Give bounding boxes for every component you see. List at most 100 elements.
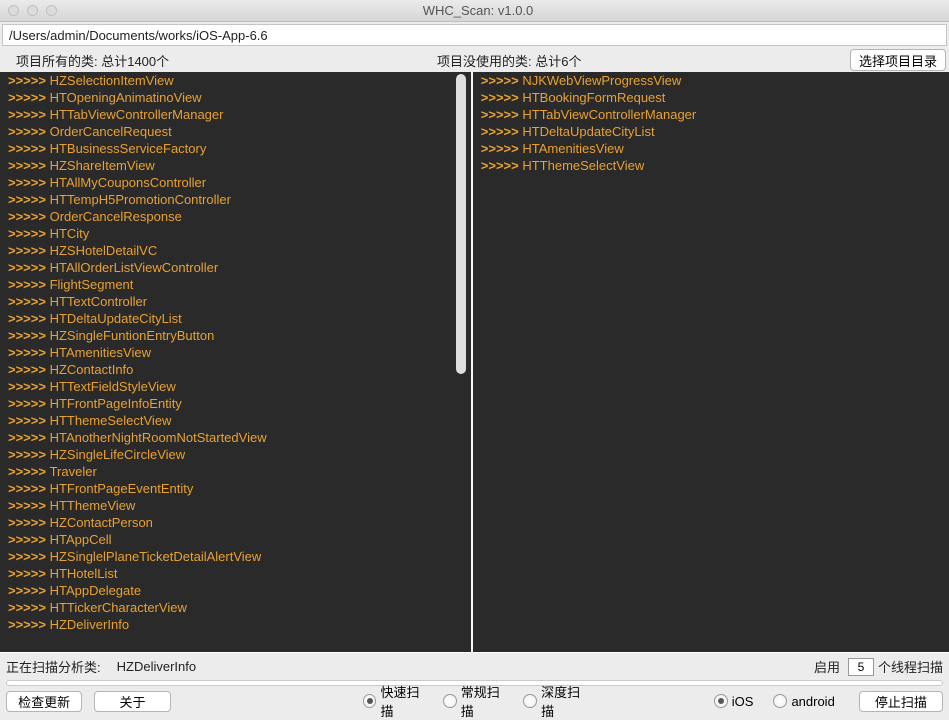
class-name-link[interactable]: HTBookingFormRequest: [522, 90, 665, 105]
about-button[interactable]: 关于: [94, 691, 170, 712]
panes: >>>>> HZSelectionItemView>>>>> HTOpening…: [0, 72, 949, 652]
class-name-link[interactable]: OrderCancelResponse: [50, 209, 182, 224]
ios-radio[interactable]: iOS: [714, 694, 754, 709]
select-dir-button[interactable]: 选择项目目录: [850, 49, 946, 71]
class-name-link[interactable]: HTAllOrderListViewController: [50, 260, 219, 275]
window-title: WHC_Scan: v1.0.0: [57, 3, 899, 18]
normal-scan-radio[interactable]: 常规扫描: [443, 682, 511, 720]
prefix-chevrons: >>>>>: [8, 226, 50, 241]
radio-icon: [714, 694, 728, 708]
class-name-link[interactable]: HTFrontPageInfoEntity: [50, 396, 182, 411]
prefix-chevrons: >>>>>: [8, 124, 50, 139]
class-name-link[interactable]: HTTabViewControllerManager: [522, 107, 696, 122]
class-name-link[interactable]: HTCity: [50, 226, 90, 241]
class-name-link[interactable]: HZSingleFuntionEntryButton: [50, 328, 215, 343]
prefix-chevrons: >>>>>: [481, 158, 523, 173]
class-line: >>>>> NJKWebViewProgressView: [473, 72, 949, 89]
unused-classes-pane[interactable]: >>>>> NJKWebViewProgressView>>>>> HTBook…: [471, 72, 949, 652]
prefix-chevrons: >>>>>: [8, 413, 50, 428]
class-name-link[interactable]: HZDeliverInfo: [50, 617, 129, 632]
radio-icon: [523, 694, 537, 708]
class-line: >>>>> OrderCancelResponse: [0, 208, 451, 225]
class-name-link[interactable]: HZSinglelPlaneTicketDetailAlertView: [50, 549, 262, 564]
class-line: >>>>> HTAppCell: [0, 531, 451, 548]
class-name-link[interactable]: HTThemeSelectView: [522, 158, 644, 173]
class-name-link[interactable]: HTAppCell: [50, 532, 112, 547]
prefix-chevrons: >>>>>: [8, 566, 50, 581]
all-classes-pane[interactable]: >>>>> HZSelectionItemView>>>>> HTOpening…: [0, 72, 451, 652]
class-name-link[interactable]: HZSingleLifeCircleView: [50, 447, 186, 462]
fast-scan-radio[interactable]: 快速扫描: [363, 682, 431, 720]
thread-count-input[interactable]: [848, 658, 874, 676]
class-name-link[interactable]: HZContactPerson: [50, 515, 153, 530]
class-line: >>>>> HZSingleFuntionEntryButton: [0, 327, 451, 344]
prefix-chevrons: >>>>>: [8, 379, 50, 394]
scrollbar-thumb[interactable]: [456, 74, 466, 374]
class-name-link[interactable]: HTThemeView: [50, 498, 136, 513]
class-name-link[interactable]: HTTempH5PromotionController: [50, 192, 231, 207]
traffic-lights: [8, 5, 57, 16]
scan-status-label: 正在扫描分析类:: [6, 657, 101, 676]
radio-icon: [363, 694, 377, 708]
prefix-chevrons: >>>>>: [8, 583, 50, 598]
class-name-link[interactable]: HTTextFieldStyleView: [50, 379, 176, 394]
class-line: >>>>> HTAnotherNightRoomNotStartedView: [0, 429, 451, 446]
prefix-chevrons: >>>>>: [8, 481, 50, 496]
prefix-chevrons: >>>>>: [481, 73, 523, 88]
bottom-toolbar: 检查更新 关于 快速扫描 常规扫描 深度扫描 iOS android 停止扫描: [0, 686, 949, 716]
project-path-field[interactable]: [2, 24, 947, 46]
class-name-link[interactable]: HTBusinessServiceFactory: [50, 141, 207, 156]
class-line: >>>>> HTDeltaUpdateCityList: [473, 123, 949, 140]
class-name-link[interactable]: HTThemeSelectView: [50, 413, 172, 428]
class-name-link[interactable]: HTAmenitiesView: [50, 345, 151, 360]
prefix-chevrons: >>>>>: [8, 73, 50, 88]
class-name-link[interactable]: HTFrontPageEventEntity: [50, 481, 194, 496]
class-line: >>>>> HZSelectionItemView: [0, 72, 451, 89]
prefix-chevrons: >>>>>: [8, 396, 50, 411]
prefix-chevrons: >>>>>: [8, 243, 50, 258]
class-name-link[interactable]: HZContactInfo: [50, 362, 134, 377]
class-name-link[interactable]: OrderCancelRequest: [50, 124, 172, 139]
minimize-dot[interactable]: [27, 5, 38, 16]
class-name-link[interactable]: Traveler: [50, 464, 97, 479]
prefix-chevrons: >>>>>: [8, 430, 50, 445]
class-line: >>>>> HTCity: [0, 225, 451, 242]
deep-scan-radio[interactable]: 深度扫描: [523, 682, 591, 720]
prefix-chevrons: >>>>>: [8, 209, 50, 224]
class-name-link[interactable]: NJKWebViewProgressView: [522, 73, 681, 88]
prefix-chevrons: >>>>>: [8, 175, 50, 190]
class-line: >>>>> HTTabViewControllerManager: [0, 106, 451, 123]
class-name-link[interactable]: HTAppDelegate: [50, 583, 142, 598]
class-name-link[interactable]: HTAmenitiesView: [522, 141, 623, 156]
class-name-link[interactable]: HTTabViewControllerManager: [50, 107, 224, 122]
class-name-link[interactable]: HTAllMyCouponsController: [50, 175, 207, 190]
class-line: >>>>> HTBusinessServiceFactory: [0, 140, 451, 157]
class-line: >>>>> HTThemeSelectView: [473, 157, 949, 174]
prefix-chevrons: >>>>>: [8, 362, 50, 377]
class-name-link[interactable]: HTTextController: [50, 294, 148, 309]
check-update-button[interactable]: 检查更新: [6, 691, 82, 712]
stop-scan-button[interactable]: 停止扫描: [859, 691, 943, 712]
android-radio[interactable]: android: [773, 694, 834, 709]
class-name-link[interactable]: HTHotelList: [50, 566, 118, 581]
prefix-chevrons: >>>>>: [8, 294, 50, 309]
prefix-chevrons: >>>>>: [8, 600, 50, 615]
class-name-link[interactable]: HTOpeningAnimatinoView: [50, 90, 202, 105]
class-line: >>>>> HZSinglelPlaneTicketDetailAlertVie…: [0, 548, 451, 565]
class-line: >>>>> HZSHotelDetailVC: [0, 242, 451, 259]
class-name-link[interactable]: HTDeltaUpdateCityList: [50, 311, 182, 326]
class-line: >>>>> HTFrontPageEventEntity: [0, 480, 451, 497]
class-name-link[interactable]: HZShareItemView: [50, 158, 155, 173]
class-name-link[interactable]: HTAnotherNightRoomNotStartedView: [50, 430, 267, 445]
class-name-link[interactable]: FlightSegment: [50, 277, 134, 292]
prefix-chevrons: >>>>>: [8, 107, 50, 122]
class-name-link[interactable]: HTDeltaUpdateCityList: [522, 124, 654, 139]
prefix-chevrons: >>>>>: [8, 192, 50, 207]
class-name-link[interactable]: HZSHotelDetailVC: [50, 243, 158, 258]
class-line: >>>>> HTAllOrderListViewController: [0, 259, 451, 276]
zoom-dot[interactable]: [46, 5, 57, 16]
close-dot[interactable]: [8, 5, 19, 16]
class-line: >>>>> HTAppDelegate: [0, 582, 451, 599]
class-name-link[interactable]: HZSelectionItemView: [50, 73, 174, 88]
class-name-link[interactable]: HTTickerCharacterView: [50, 600, 187, 615]
